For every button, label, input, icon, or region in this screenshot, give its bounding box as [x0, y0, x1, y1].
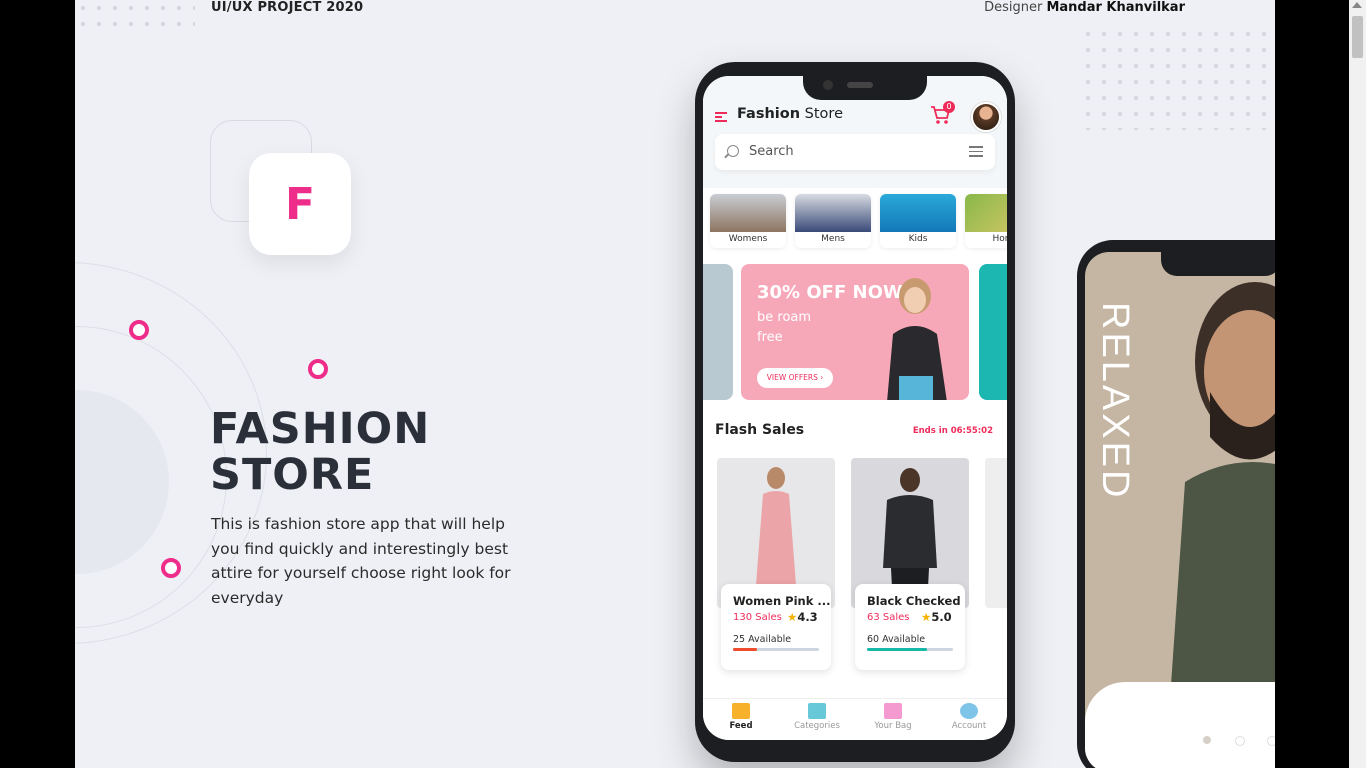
hero-title-line2: STORE	[210, 450, 375, 500]
product-sales: 63 Sales	[867, 612, 910, 623]
product-availability: 60 Available	[867, 634, 926, 645]
app-title: Fashion Store	[737, 106, 843, 122]
project-label: UI/UX PROJECT 2020	[211, 0, 364, 15]
search-placeholder: Search	[749, 144, 794, 159]
banner-subtext: be roam free	[757, 310, 812, 345]
availability-bar	[867, 648, 953, 651]
availability-fill	[733, 648, 758, 651]
product-availability: 25 Available	[733, 634, 792, 645]
product-image	[985, 458, 1007, 608]
decor-dots-top-right	[1080, 26, 1270, 130]
category-strip: Womens Mens Kids Hom	[710, 194, 1007, 250]
category-label: Womens	[728, 234, 768, 244]
product-info: Women Pink ... 130 Sales ★4.3 25 Availab…	[721, 584, 831, 670]
decor-ring	[308, 359, 328, 379]
tab-label: Your Bag	[874, 721, 912, 731]
product-card[interactable]: Women Pink ... 130 Sales ★4.3 25 Availab…	[717, 458, 835, 672]
account-icon	[960, 703, 978, 719]
decor-ring	[161, 558, 181, 578]
view-offers-button[interactable]: VIEW OFFERS ›	[757, 368, 833, 388]
filter-icon[interactable]	[969, 146, 983, 158]
tab-label: Feed	[729, 721, 753, 731]
page-scrollbar[interactable]	[1349, 0, 1366, 768]
avatar[interactable]	[971, 102, 1001, 132]
phone-mockup-main: Fashion Store 0 Search Womens Mens Kids …	[695, 62, 1015, 762]
category-image	[965, 194, 1007, 232]
carousel-dot[interactable]	[1235, 736, 1245, 746]
tab-categories[interactable]: Categories	[779, 703, 855, 731]
designer-prefix: Designer	[984, 0, 1043, 15]
carousel-dot[interactable]	[1203, 736, 1211, 744]
app-title-bold: Fashion	[737, 106, 801, 122]
brand-wordmark: RELAXED	[1094, 302, 1136, 501]
scrollbar-thumb[interactable]	[1352, 16, 1363, 58]
category-label: Kids	[908, 234, 928, 244]
banner-carousel: 30% OFF NOW be roam free VIEW OFFERS ›	[703, 264, 1007, 404]
product-info: Black Checked 63 Sales ★5.0 60 Available	[855, 584, 965, 670]
product-rating: ★5.0	[921, 610, 952, 624]
availability-fill	[867, 648, 928, 651]
cart-badge: 0	[943, 101, 955, 113]
banner-prev[interactable]	[703, 264, 733, 400]
tab-account[interactable]: Account	[931, 703, 1007, 731]
product-sales: 130 Sales	[733, 612, 782, 623]
designer-credit: Designer Mandar Khanvilkar	[984, 0, 1185, 15]
category-womens[interactable]: Womens	[710, 194, 786, 248]
flash-sales-timer: Ends in 06:55:02	[912, 426, 993, 436]
app-title-rest: Store	[804, 106, 843, 122]
phone-mockup-secondary: RELAXED	[1077, 240, 1275, 768]
menu-icon[interactable]	[715, 112, 727, 122]
feed-icon	[732, 703, 750, 719]
availability-bar	[733, 648, 819, 651]
search-input[interactable]: Search	[715, 134, 995, 170]
tab-label: Categories	[794, 721, 840, 731]
banner-next[interactable]	[979, 264, 1007, 400]
bag-icon	[884, 703, 902, 719]
category-image	[880, 194, 956, 232]
hero-title-line1: FASHION	[210, 404, 431, 454]
phone-notch	[803, 76, 927, 100]
phone-screen: RELAXED	[1085, 252, 1275, 768]
product-name: Black Checked	[867, 594, 961, 608]
product-name: Women Pink ...	[733, 594, 831, 608]
bottom-card	[1085, 682, 1275, 768]
category-label: Hom	[992, 234, 1007, 244]
tab-feed[interactable]: Feed	[703, 703, 779, 731]
presentation-canvas: UI/UX PROJECT 2020 Designer Mandar Khanv…	[75, 0, 1275, 768]
phone-screen: Fashion Store 0 Search Womens Mens Kids …	[703, 76, 1007, 740]
category-home[interactable]: Hom	[965, 194, 1007, 248]
star-icon: ★	[921, 610, 932, 624]
banner-offer[interactable]: 30% OFF NOW be roam free VIEW OFFERS ›	[741, 264, 969, 400]
tab-your-bag[interactable]: Your Bag	[855, 703, 931, 731]
search-icon	[727, 145, 739, 157]
bottom-tab-bar: Feed Categories Your Bag Account	[703, 698, 1007, 740]
star-icon: ★	[787, 610, 798, 624]
decor-ring	[129, 320, 149, 340]
hero-description: This is fashion store app that will help…	[211, 515, 511, 607]
category-mens[interactable]: Mens	[795, 194, 871, 248]
category-image	[710, 194, 786, 232]
category-label: Mens	[821, 234, 845, 244]
product-card-partial[interactable]	[985, 458, 1007, 672]
product-card[interactable]: Black Checked 63 Sales ★5.0 60 Available	[851, 458, 969, 672]
product-rating: ★4.3	[787, 610, 818, 624]
hero-title: FASHION STORE	[210, 406, 430, 498]
tab-label: Account	[951, 721, 987, 731]
categories-icon	[808, 703, 826, 719]
category-image	[795, 194, 871, 232]
banner-model-image	[887, 278, 947, 400]
category-kids[interactable]: Kids	[880, 194, 956, 248]
carousel-dot[interactable]	[1267, 736, 1275, 746]
designer-name: Mandar Khanvilkar	[1046, 0, 1185, 15]
scroll-up-icon[interactable]	[1352, 2, 1362, 8]
decor-dots-top-left	[75, 0, 195, 30]
app-logo: F	[249, 153, 351, 255]
phone-notch	[1161, 252, 1275, 276]
flash-sales-title: Flash Sales	[715, 422, 805, 438]
